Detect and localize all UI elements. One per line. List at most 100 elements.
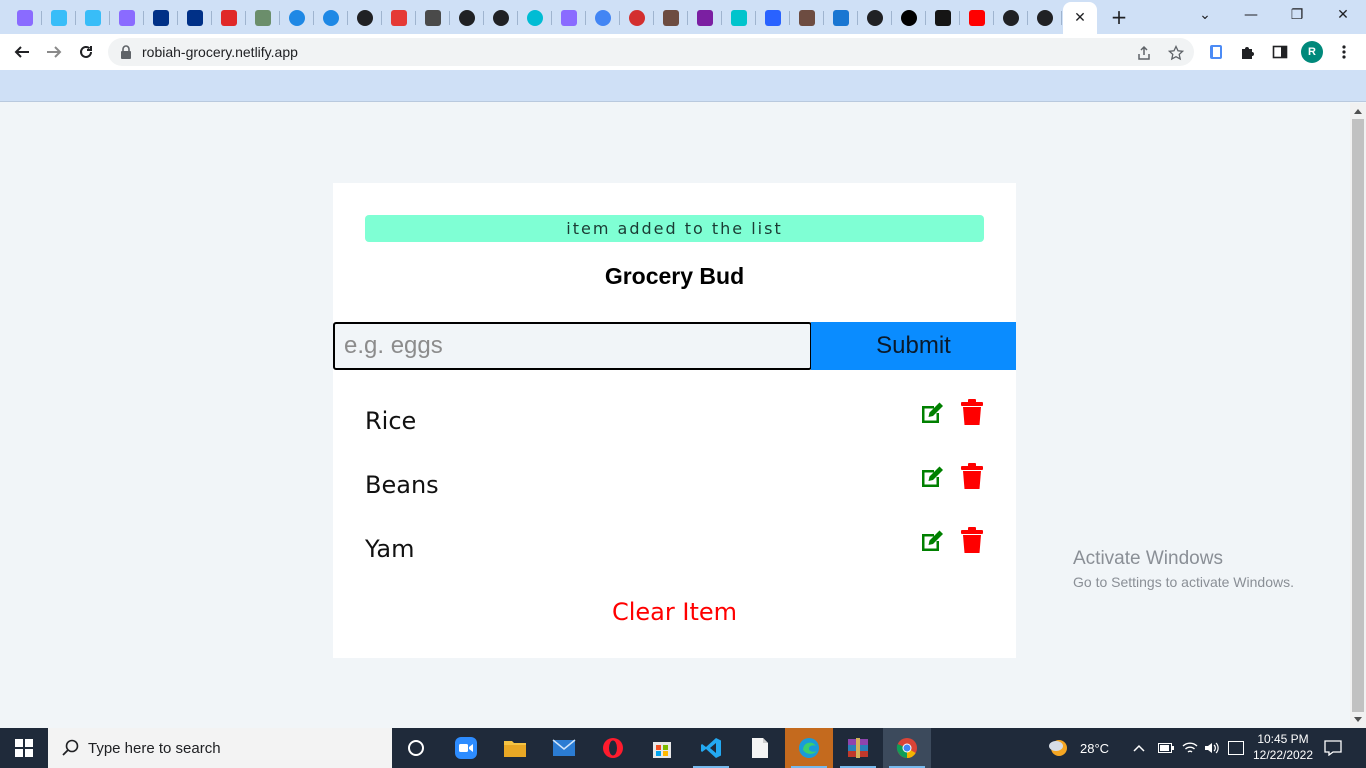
url-text[interactable]: robiah-grocery.netlify.app: [142, 44, 298, 60]
chrome-icon[interactable]: [883, 728, 931, 768]
tab-8[interactable]: [246, 4, 280, 32]
clear-items-button[interactable]: Clear Item: [333, 598, 1016, 626]
trash-icon[interactable]: [961, 463, 983, 489]
edit-icon[interactable]: [919, 401, 945, 425]
globe-icon: [1037, 10, 1053, 26]
store-icon[interactable]: [638, 728, 686, 768]
language-icon[interactable]: [1228, 728, 1244, 768]
side-panel-icon[interactable]: [1270, 42, 1290, 62]
restore-button[interactable]: ❐: [1274, 0, 1320, 30]
tab-31[interactable]: [1028, 4, 1062, 32]
tab-9[interactable]: [280, 4, 314, 32]
lock-icon[interactable]: [120, 45, 132, 64]
scrollbar-thumb[interactable]: [1352, 119, 1364, 712]
tab-22[interactable]: [722, 4, 756, 32]
mail-icon[interactable]: [540, 728, 588, 768]
volume-icon[interactable]: [1204, 728, 1220, 768]
reload-button[interactable]: [74, 40, 98, 64]
trash-icon[interactable]: [961, 399, 983, 425]
forward-button[interactable]: [42, 40, 66, 64]
twitch-icon: [731, 10, 747, 26]
notepad-icon[interactable]: [736, 728, 784, 768]
tab-2[interactable]: [42, 4, 76, 32]
tab-29[interactable]: [960, 4, 994, 32]
grocery-item: Beans: [365, 463, 984, 527]
tab-30[interactable]: [994, 4, 1028, 32]
tab-20[interactable]: [654, 4, 688, 32]
scrollbar[interactable]: [1350, 103, 1366, 728]
tab-16[interactable]: [518, 4, 552, 32]
tab-25[interactable]: [824, 4, 858, 32]
edge-icon[interactable]: [785, 728, 833, 768]
tray-chevron-icon[interactable]: [1133, 728, 1145, 768]
menu-icon[interactable]: [1334, 42, 1354, 62]
clock-time: 10:45 PM: [1257, 732, 1309, 746]
back-button[interactable]: [10, 40, 34, 64]
profile-avatar[interactable]: R: [1301, 41, 1323, 63]
tab-11[interactable]: [348, 4, 382, 32]
tab-15[interactable]: [484, 4, 518, 32]
notifications-icon[interactable]: [1324, 728, 1342, 768]
tab-24[interactable]: [790, 4, 824, 32]
grocery-form: Submit: [333, 322, 1016, 370]
share-icon[interactable]: [1135, 44, 1153, 62]
new-tab-button[interactable]: +: [1108, 5, 1130, 29]
tab-28[interactable]: [926, 4, 960, 32]
grocery-card: item added to the list Grocery Bud Submi…: [333, 183, 1016, 658]
scroll-down-icon[interactable]: [1354, 717, 1362, 722]
extension-app-icon[interactable]: [1206, 42, 1226, 62]
grocery-list: Rice Beans Yam: [365, 399, 984, 591]
weather-widget[interactable]: 28°C: [1046, 728, 1109, 768]
edit-icon[interactable]: [919, 529, 945, 553]
bookmark-star-icon[interactable]: [1167, 44, 1185, 62]
puzzle-icon[interactable]: [1238, 42, 1258, 62]
address-bar[interactable]: robiah-grocery.netlify.app: [108, 38, 1194, 66]
tab-6[interactable]: [178, 4, 212, 32]
edit-icon[interactable]: [919, 465, 945, 489]
tab-active[interactable]: ✕: [1063, 2, 1097, 34]
grocery-input[interactable]: [333, 322, 812, 370]
clock[interactable]: 10:45 PM 12/22/2022: [1248, 731, 1318, 763]
tab-3[interactable]: [76, 4, 110, 32]
tab-23[interactable]: [756, 4, 790, 32]
tab-12[interactable]: [382, 4, 416, 32]
taskbar-search-placeholder: Type here to search: [88, 740, 221, 757]
cortana-icon[interactable]: [392, 728, 440, 768]
minimize-button[interactable]: —: [1228, 0, 1274, 30]
tab-5[interactable]: [144, 4, 178, 32]
tab-13[interactable]: [416, 4, 450, 32]
submit-button[interactable]: Submit: [811, 322, 1016, 370]
codeium-icon: [289, 10, 305, 26]
vscode-icon[interactable]: [687, 728, 735, 768]
tab-18[interactable]: [586, 4, 620, 32]
tab-search-icon[interactable]: ⌄: [1182, 0, 1228, 30]
window-close-button[interactable]: ✕: [1320, 0, 1366, 30]
winrar-icon[interactable]: [834, 728, 882, 768]
scroll-up-icon[interactable]: [1354, 109, 1362, 114]
tab-7[interactable]: [212, 4, 246, 32]
tab-17[interactable]: [552, 4, 586, 32]
globe-icon: [459, 10, 475, 26]
battery-icon[interactable]: [1158, 728, 1174, 768]
zoom-app-icon[interactable]: [442, 728, 490, 768]
pen-icon: [391, 10, 407, 26]
wifi-icon[interactable]: [1182, 728, 1198, 768]
alert-banner: item added to the list: [365, 215, 984, 242]
tab-14[interactable]: [450, 4, 484, 32]
taskbar-search-box[interactable]: Type here to search: [48, 728, 392, 768]
opera-icon[interactable]: [589, 728, 637, 768]
tab-26[interactable]: [858, 4, 892, 32]
close-icon[interactable]: ✕: [1074, 10, 1086, 26]
youtube-icon: [969, 10, 985, 26]
tailwind-icon: [51, 10, 67, 26]
windows-start-button[interactable]: [0, 728, 48, 768]
trash-icon[interactable]: [961, 527, 983, 553]
paypal-icon: [187, 10, 203, 26]
tab-10[interactable]: [314, 4, 348, 32]
tab-4[interactable]: [110, 4, 144, 32]
tab-21[interactable]: [688, 4, 722, 32]
file-explorer-icon[interactable]: [491, 728, 539, 768]
tab-1[interactable]: [8, 4, 42, 32]
tab-27[interactable]: [892, 4, 926, 32]
tab-19[interactable]: [620, 4, 654, 32]
